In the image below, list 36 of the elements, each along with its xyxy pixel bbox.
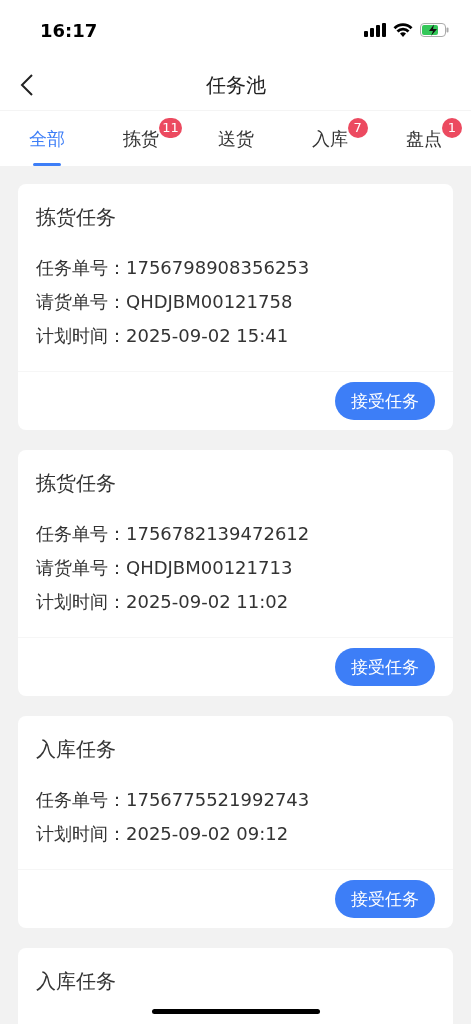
accept-task-button[interactable]: 接受任务 [335,880,435,918]
count-badge: 11 [159,118,182,138]
field-value: 2025-09-02 15:41 [126,324,289,348]
tab[interactable]: 送货 [188,111,283,166]
task-title: 拣货任务 [36,470,117,497]
tab[interactable]: 全部 [0,111,95,166]
count-badge: 7 [347,118,368,138]
tab[interactable]: 盘点 1 [376,111,471,166]
signal-icon [364,23,386,37]
field-value: QHDJBM00121713 [126,556,293,580]
field-label: 任务单号： [36,256,126,280]
field-label: 计划时间： [36,822,126,846]
accept-task-button[interactable]: 接受任务 [335,382,435,420]
task-title: 入库任务 [36,968,117,995]
field-label: 计划时间： [36,590,126,614]
tab[interactable]: 入库 7 [282,111,377,166]
field-value: 1756782139472612 [126,522,310,546]
field-value: 1756775521992743 [126,788,310,812]
wifi-icon [393,23,413,37]
accept-task-button[interactable]: 接受任务 [335,648,435,686]
field-label: 请货单号： [36,556,126,580]
field-label: 计划时间： [36,324,126,348]
field-value: 2025-09-02 11:02 [126,590,289,614]
field-label: 请货单号： [36,290,126,314]
back-icon [20,73,34,97]
field-label: 任务单号： [36,788,126,812]
field-value: 1756798908356253 [126,256,310,280]
task-title: 入库任务 [36,736,117,763]
task-title: 拣货任务 [36,204,117,231]
field-value: QHDJBM00121758 [126,290,293,314]
count-badge: 1 [441,118,462,138]
battery-charging-icon [420,23,449,37]
page-title: 任务池 [205,71,266,99]
field-value: 2025-09-02 09:12 [126,822,289,846]
status-time: 16:17 [40,19,98,41]
field-label: 任务单号： [36,522,126,546]
